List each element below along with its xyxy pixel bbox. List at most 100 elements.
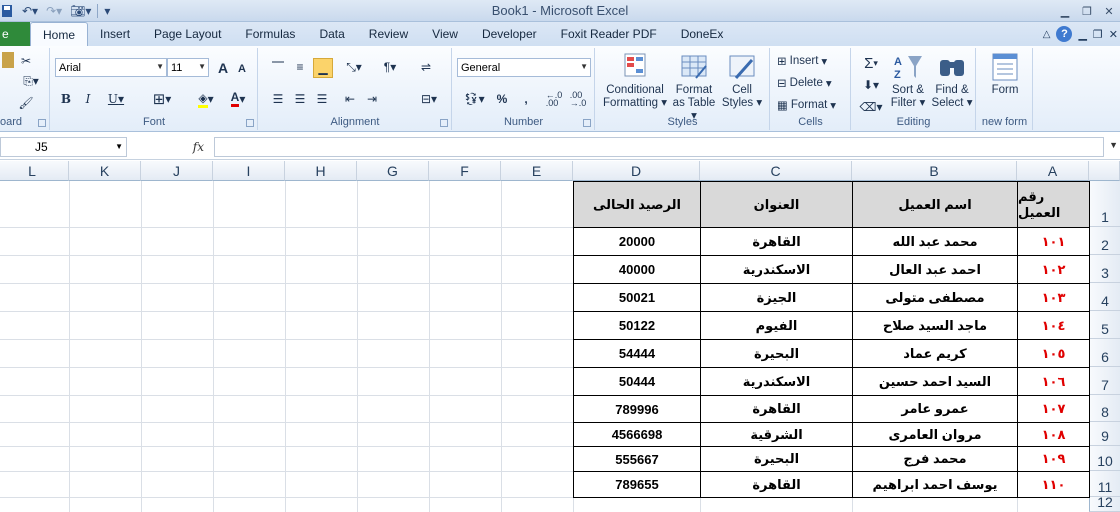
table-cell-id[interactable]: ١٠١ [1017,227,1090,256]
table-cell-balance[interactable]: 50021 [573,283,701,312]
column-header-a[interactable]: A [1017,161,1089,181]
table-cell-balance[interactable]: 4566698 [573,422,701,447]
row-header-9[interactable]: 9 [1089,422,1120,446]
form-button[interactable]: Form [983,52,1027,97]
wrap-text-icon[interactable]: ⇌ [417,58,435,76]
table-cell-name[interactable]: مروان العامرى [852,422,1018,447]
header-cell-a[interactable]: رقم العميل [1017,181,1090,228]
minimize-icon[interactable]: ▁ [1054,0,1076,22]
align-left-icon[interactable]: ☰ [269,90,287,108]
autosum-button[interactable]: Σ ▾ [858,54,884,72]
font-launcher-icon[interactable] [246,119,254,127]
insert-cells-button[interactable]: ⊞ Insert ▾ [777,54,827,68]
comma-style-button[interactable]: , [519,90,533,108]
increase-decimal-button[interactable]: ←.0 .00 [543,90,565,108]
tab-formulas[interactable]: Formulas [233,22,307,46]
name-box[interactable]: J5 ▼ [0,137,127,157]
borders-button[interactable]: ⊞ ▾ [147,90,177,108]
header-cell-c[interactable]: العنوان [700,181,853,228]
table-cell-address[interactable]: الفيوم [700,311,853,340]
minimize-ribbon-icon[interactable]: △ [1043,29,1051,40]
header-cell-b[interactable]: اسم العميل [852,181,1018,228]
table-cell-address[interactable]: البحيرة [700,446,853,472]
italic-button[interactable]: I [79,90,97,108]
align-bottom-icon[interactable]: ▁ [313,58,333,78]
tab-review[interactable]: Review [357,22,420,46]
cut-icon[interactable]: ✂ [18,54,34,68]
tab-page-layout[interactable]: Page Layout [142,22,233,46]
format-cells-button[interactable]: ▦ Format ▾ [777,98,836,112]
table-cell-id[interactable]: ١٠٤ [1017,311,1090,340]
increase-indent-icon[interactable]: ⇥ [363,90,381,108]
table-cell-address[interactable]: الاسكندرية [700,255,853,284]
orientation-icon[interactable]: ⤡▾ [341,58,367,76]
table-cell-address[interactable]: الشرقية [700,422,853,447]
decrease-indent-icon[interactable]: ⇤ [341,90,359,108]
conditional-formatting-button[interactable]: Conditional Formatting ▾ [602,52,668,110]
table-cell-id[interactable]: ١٠٩ [1017,446,1090,472]
row-header-6[interactable]: 6 [1089,339,1120,367]
table-cell-balance[interactable]: 40000 [573,255,701,284]
clear-button[interactable]: ⌫▾ [858,98,884,116]
column-header-f[interactable]: F [429,161,501,181]
insert-function-button[interactable]: fx [130,137,212,157]
table-cell-name[interactable]: مصطفى متولى [852,283,1018,312]
table-cell-name[interactable]: يوسف احمد ابراهيم [852,471,1018,498]
percent-style-button[interactable]: % [493,90,511,108]
select-all-corner[interactable] [1089,161,1120,181]
table-cell-balance[interactable]: 789655 [573,471,701,498]
table-cell-id[interactable]: ١٠٥ [1017,339,1090,368]
formula-input[interactable] [214,137,1104,157]
table-cell-address[interactable]: القاهرة [700,395,853,423]
column-header-d[interactable]: D [573,161,700,181]
table-cell-address[interactable]: القاهرة [700,471,853,498]
row-header-2[interactable]: 2 [1089,227,1120,255]
tab-data[interactable]: Data [307,22,356,46]
table-cell-id[interactable]: ١٠٦ [1017,367,1090,396]
delete-cells-button[interactable]: ⊟ Delete ▾ [777,76,832,90]
table-cell-name[interactable]: عمرو عامر [852,395,1018,423]
header-cell-d[interactable]: الرصيد الحالى [573,181,701,228]
cell-styles-button[interactable]: Cell Styles ▾ [720,52,764,110]
underline-button[interactable]: U ▾ [103,90,129,108]
row-header-1[interactable]: 1 [1089,181,1120,227]
table-cell-id[interactable]: ١٠٨ [1017,422,1090,447]
column-header-l[interactable]: L [0,161,69,181]
tab-insert[interactable]: Insert [88,22,142,46]
currency-format-icon[interactable]: 💱︎▾ [459,90,489,108]
decrease-decimal-button[interactable]: .00 →.0 [567,90,589,108]
row-header-12[interactable]: 12 [1089,494,1120,512]
format-painter-icon[interactable]: 🖌︎ [18,96,34,110]
merge-center-icon[interactable]: ⊟▾ [415,90,443,108]
restore-icon[interactable]: ❐ [1076,0,1098,22]
fill-button[interactable]: ⬇▾ [858,76,884,94]
table-cell-balance[interactable]: 555667 [573,446,701,472]
column-header-e[interactable]: E [501,161,573,181]
table-cell-balance[interactable]: 789996 [573,395,701,423]
table-cell-address[interactable]: الجيزة [700,283,853,312]
help-icon[interactable]: ? [1056,26,1073,42]
sort-filter-button[interactable]: AZ Sort & Filter ▾ [886,52,930,110]
close-icon[interactable]: ✕ [1098,0,1120,22]
align-right-icon[interactable]: ☰ [313,90,331,108]
format-as-table-button[interactable]: Format as Table ▾ [670,52,718,123]
row-header-10[interactable]: 10 [1089,446,1120,471]
table-cell-name[interactable]: احمد عبد العال [852,255,1018,284]
tab-doneex[interactable]: DoneEx [669,22,736,46]
align-center-icon[interactable]: ☰ [291,90,309,108]
column-header-c[interactable]: C [700,161,852,181]
table-cell-name[interactable]: السيد احمد حسين [852,367,1018,396]
bold-button[interactable]: B [57,90,75,108]
fill-color-button[interactable]: ◈ ▾ [191,90,221,108]
table-cell-balance[interactable]: 50122 [573,311,701,340]
ribbon-minimize-icon[interactable]: ▁ [1078,28,1086,41]
column-header-h[interactable]: H [285,161,357,181]
clipboard-launcher-icon[interactable] [38,119,46,127]
copy-icon[interactable]: ⎘▾ [18,74,44,88]
table-cell-id[interactable]: ١١٠ [1017,471,1090,498]
row-header-7[interactable]: 7 [1089,367,1120,395]
column-header-i[interactable]: I [213,161,285,181]
column-header-k[interactable]: K [69,161,141,181]
alignment-launcher-icon[interactable] [440,119,448,127]
column-header-g[interactable]: G [357,161,429,181]
